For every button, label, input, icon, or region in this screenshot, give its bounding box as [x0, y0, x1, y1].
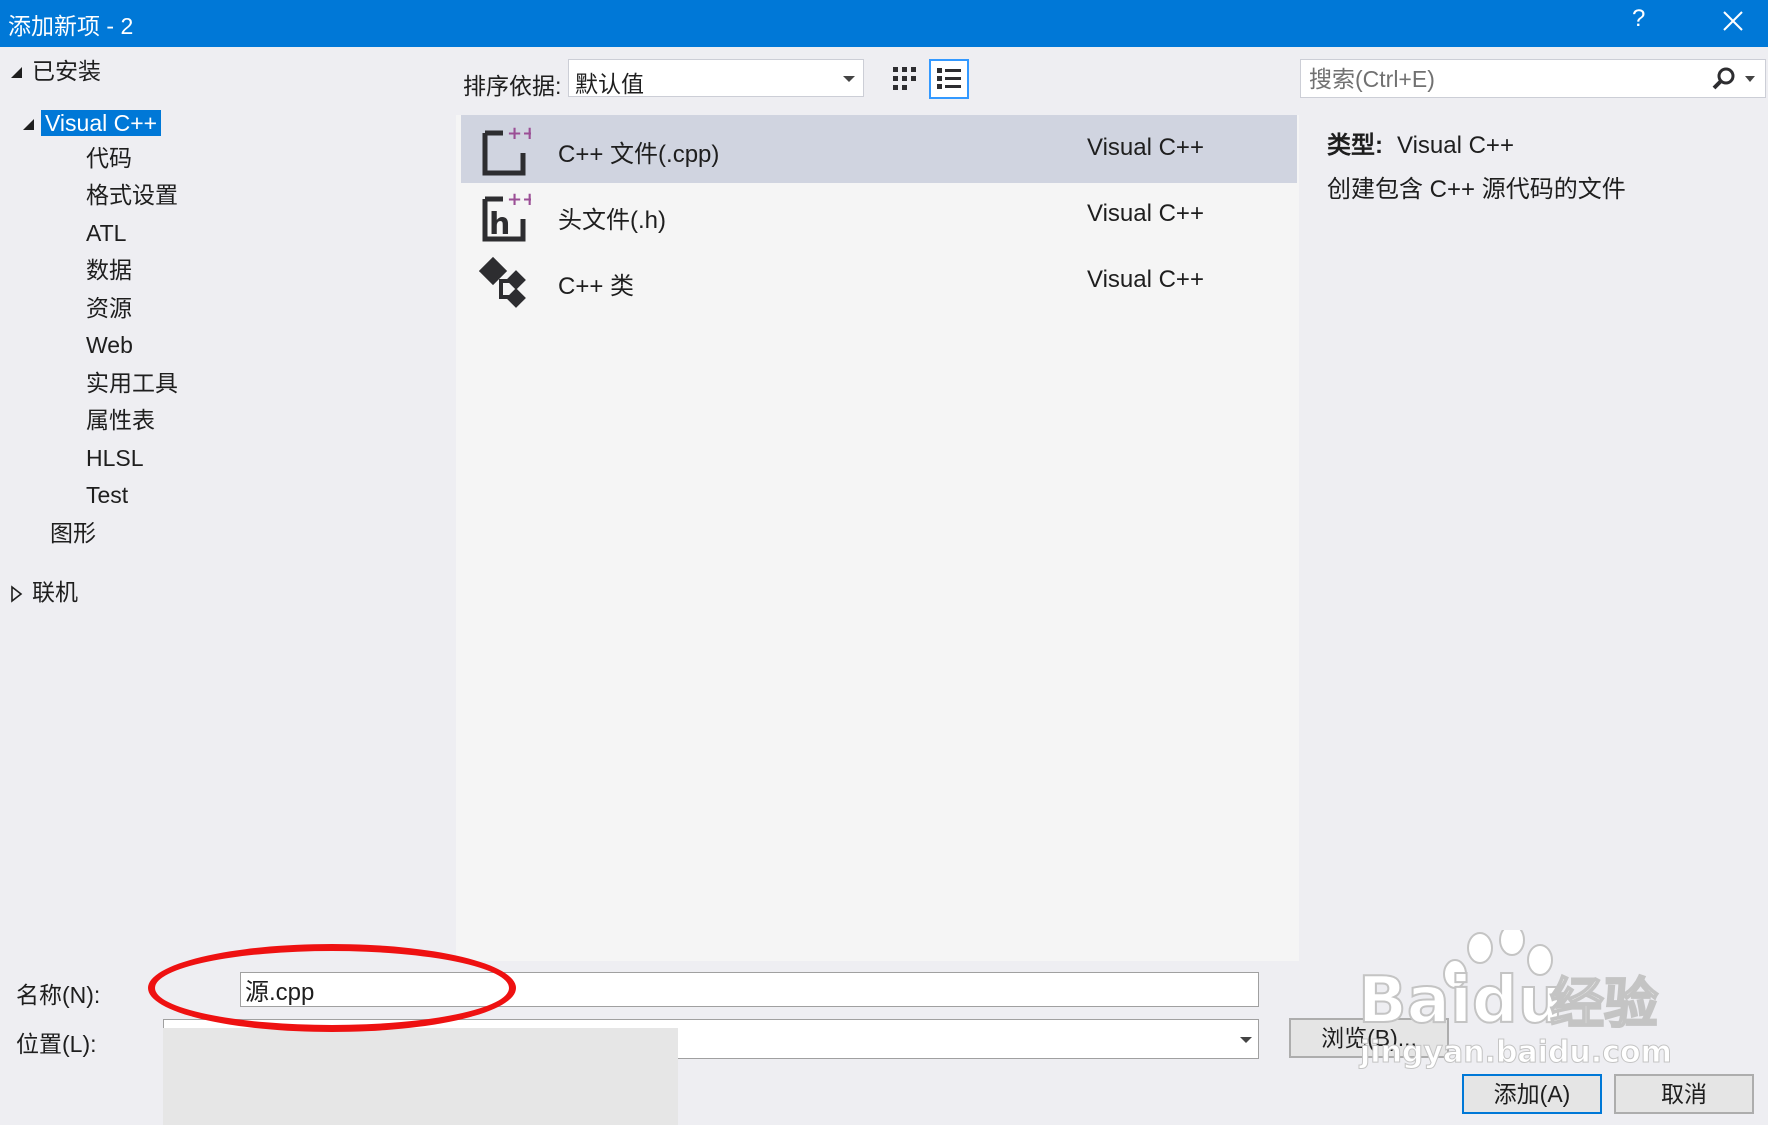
tree-node-code[interactable]: 代码	[86, 143, 132, 173]
header-file-icon: h ++	[482, 189, 531, 242]
tree-node-label: 已安装	[32, 58, 101, 84]
list-item-cpp-class[interactable]: C++ 类 Visual C++	[461, 247, 1297, 315]
title-bar: 添加新项 - 2 ?	[0, 0, 1768, 47]
add-button[interactable]: 添加(A)	[1462, 1074, 1602, 1114]
expanded-arrow-icon[interactable]	[10, 66, 24, 80]
item-name: 头文件(.h)	[558, 207, 666, 234]
window-title: 添加新项 - 2	[8, 13, 134, 39]
redacted-location-mask	[163, 1028, 678, 1125]
tree-node-formatting[interactable]: 格式设置	[86, 180, 178, 210]
search-input[interactable]	[1307, 64, 1701, 94]
detail-type-value: Visual C++	[1397, 132, 1514, 159]
search-icon[interactable]	[1711, 66, 1737, 92]
sort-label: 排序依据:	[463, 73, 562, 99]
tree-node-label: Test	[86, 482, 129, 508]
tree-node-label: 图形	[50, 520, 96, 546]
detail-description: 创建包含 C++ 源代码的文件	[1327, 176, 1626, 203]
chevron-down-icon	[843, 76, 855, 82]
tree-node-utility[interactable]: 实用工具	[86, 368, 178, 398]
tree-node-hlsl[interactable]: HLSL	[86, 443, 144, 473]
detail-type-label: 类型:	[1327, 132, 1383, 159]
item-type: Visual C++	[1087, 266, 1204, 293]
tree-node-label: 数据	[86, 257, 132, 283]
cpp-file-icon: ++	[482, 123, 531, 176]
close-icon[interactable]	[1718, 6, 1748, 36]
expanded-arrow-icon[interactable]	[22, 118, 36, 132]
tree-node-label: 属性表	[86, 407, 155, 433]
tree-node-property-sheet[interactable]: 属性表	[86, 405, 155, 435]
tree-node-data[interactable]: 数据	[86, 255, 132, 285]
name-input[interactable]	[240, 972, 1259, 1007]
list-view-icon	[937, 68, 961, 89]
tree-node-label: ATL	[86, 220, 127, 246]
sort-toolbar: 排序依据: 默认值	[456, 47, 1299, 115]
tree-node-label: 代码	[86, 145, 132, 171]
tree-node-atl[interactable]: ATL	[86, 218, 126, 248]
template-tree: 已安装 Visual C++ 代码 格式设置 ATL 数据 资源 Web 实用工…	[0, 47, 456, 961]
browse-button[interactable]: 浏览(B)...	[1289, 1018, 1449, 1058]
svg-text:h: h	[489, 207, 510, 242]
item-name: C++ 类	[558, 273, 635, 300]
tree-node-graphics[interactable]: 图形	[50, 518, 96, 548]
tree-node-label: 实用工具	[86, 370, 178, 396]
sort-dropdown[interactable]: 默认值	[568, 59, 864, 97]
tree-node-label: 资源	[86, 295, 132, 321]
cancel-button[interactable]: 取消	[1614, 1074, 1754, 1114]
cpp-class-icon	[479, 256, 526, 308]
item-name: C++ 文件(.cpp)	[558, 141, 720, 168]
chevron-down-icon[interactable]	[1745, 76, 1755, 82]
tree-node-online[interactable]: 联机	[10, 577, 78, 607]
collapsed-arrow-icon[interactable]	[10, 585, 24, 603]
sort-dropdown-value: 默认值	[575, 71, 644, 97]
tree-node-installed[interactable]: 已安装	[10, 56, 101, 86]
help-button[interactable]: ?	[1632, 5, 1645, 33]
small-icons-view-icon[interactable]	[885, 59, 925, 99]
tree-node-label: Web	[86, 332, 133, 358]
name-label: 名称(N):	[16, 982, 101, 1008]
tree-node-label: HLSL	[86, 445, 144, 471]
svg-text:++: ++	[507, 189, 531, 210]
form-area: 名称(N): 位置(L): 浏览(B)... 添加(A) 取消	[0, 961, 1768, 1125]
search-box	[1300, 59, 1766, 98]
template-list: ++ C++ 文件(.cpp) Visual C++ h ++ 头文件(.h) …	[456, 115, 1299, 961]
item-type: Visual C++	[1087, 200, 1204, 227]
tree-node-label: Visual C++	[41, 110, 162, 136]
svg-text:++: ++	[507, 123, 531, 144]
tree-node-visual-cpp[interactable]: Visual C++	[22, 108, 162, 138]
tree-node-web[interactable]: Web	[86, 330, 133, 360]
list-item-cpp-file[interactable]: ++ C++ 文件(.cpp) Visual C++	[461, 115, 1297, 183]
tree-node-label: 联机	[32, 579, 78, 605]
item-type: Visual C++	[1087, 134, 1204, 161]
tree-node-resource[interactable]: 资源	[86, 293, 132, 323]
chevron-down-icon[interactable]	[1240, 1037, 1252, 1043]
list-item-header-file[interactable]: h ++ 头文件(.h) Visual C++	[461, 181, 1297, 249]
details-panel: 类型: Visual C++ 创建包含 C++ 源代码的文件	[1300, 115, 1768, 961]
tree-node-label: 格式设置	[86, 182, 178, 208]
location-label: 位置(L):	[16, 1031, 97, 1057]
tree-node-test[interactable]: Test	[86, 480, 128, 510]
list-view-button[interactable]	[929, 59, 969, 99]
detail-type: 类型: Visual C++	[1327, 125, 1514, 160]
